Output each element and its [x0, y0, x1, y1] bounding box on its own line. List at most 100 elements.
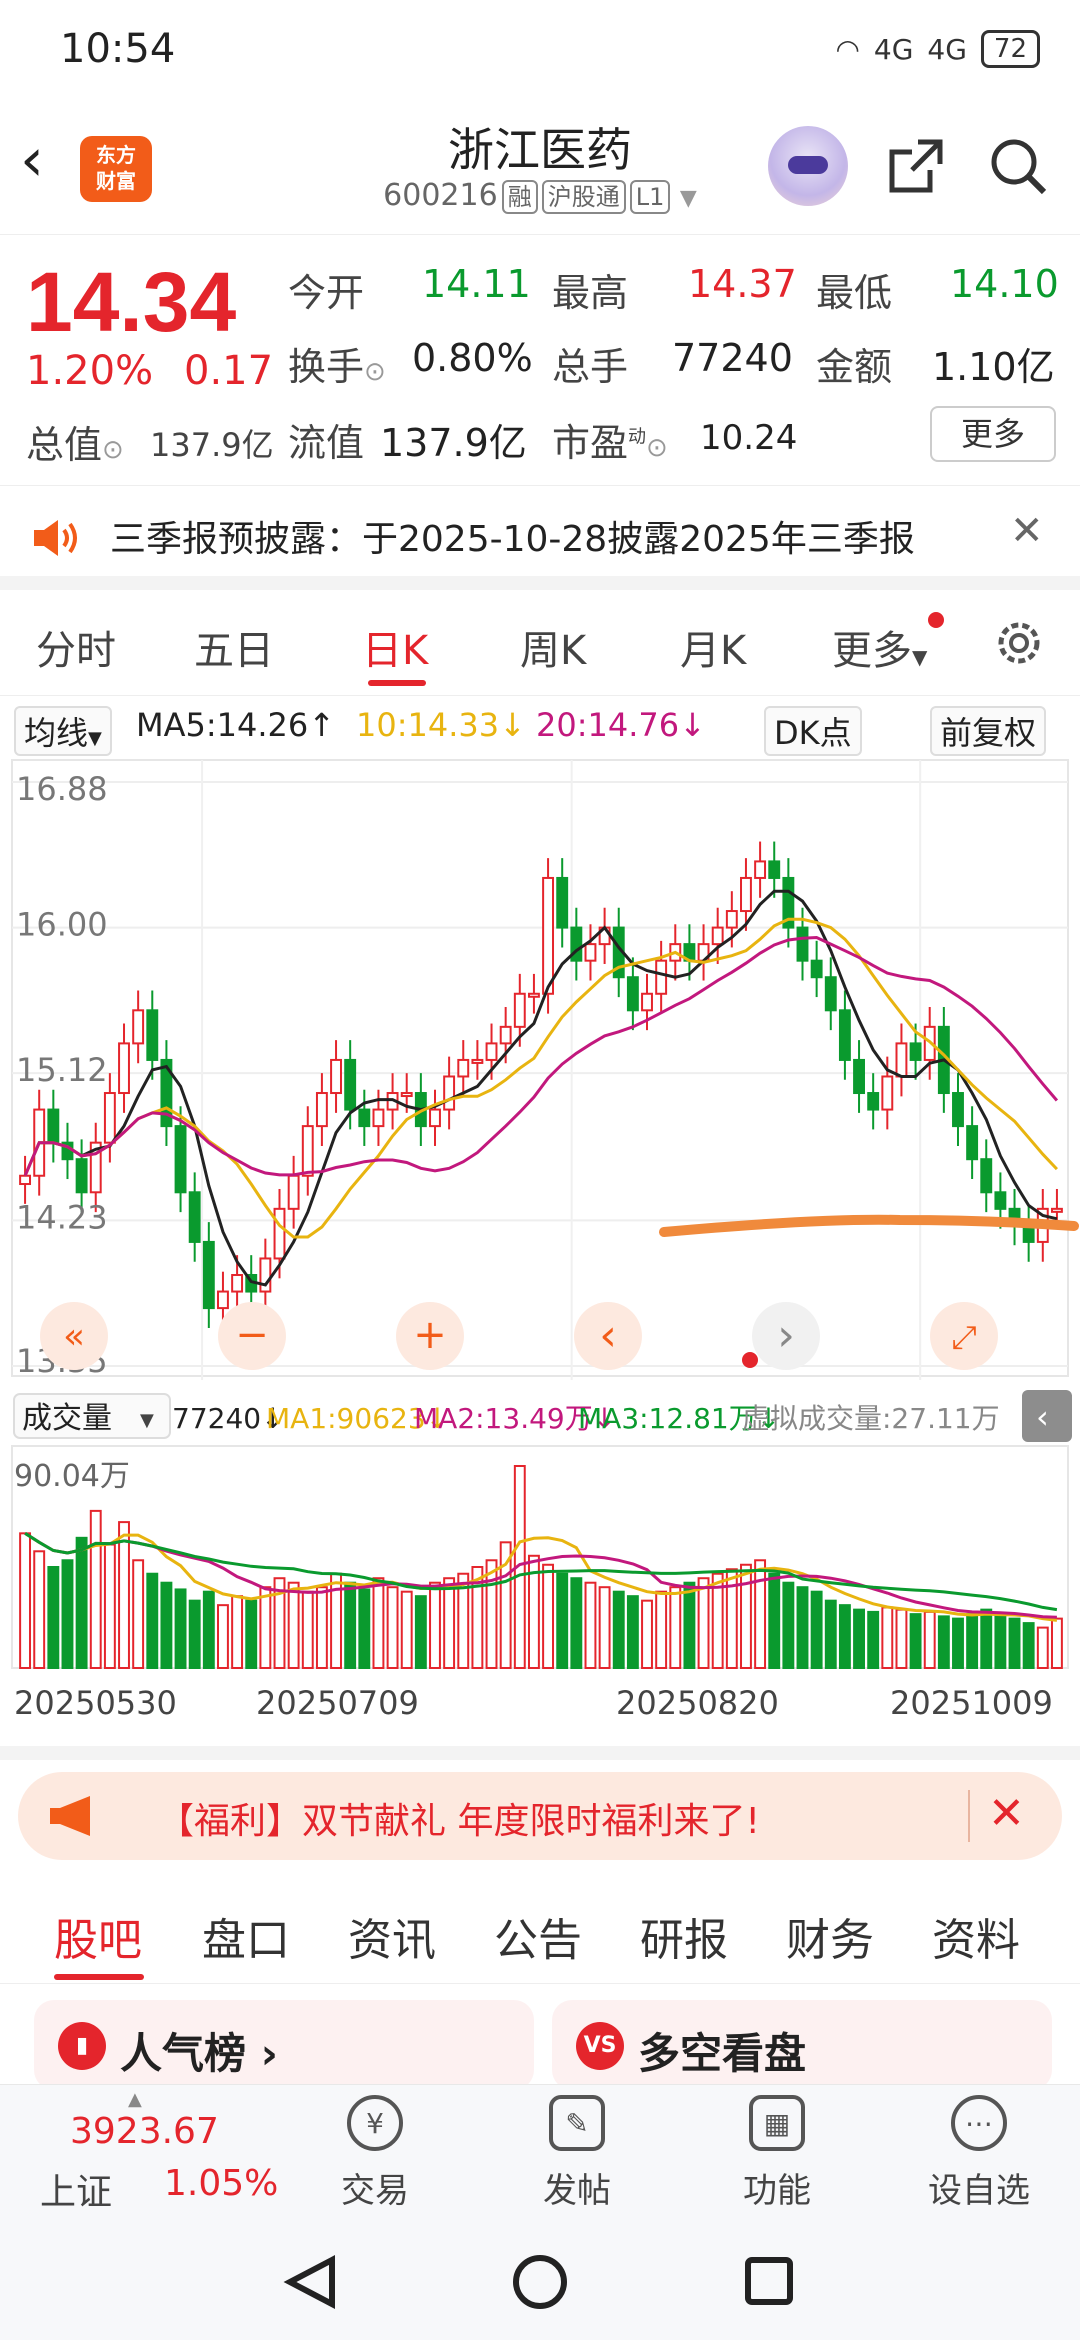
volume-chart[interactable]: 成交量 ▼ 77240↓ MA1:90623↓ MA2:13.49万↓ MA3:…: [0, 1386, 1080, 1746]
active-tab-underline: [368, 680, 426, 686]
volume-bar: [796, 1586, 809, 1669]
vol-selector-label: 成交量: [22, 1401, 112, 1436]
tab-news[interactable]: 资讯: [348, 1904, 436, 1968]
chevron-up-icon[interactable]: ▲: [128, 2089, 142, 2110]
volume-bar: [1022, 1622, 1035, 1670]
pe-text: 市盈: [552, 421, 629, 465]
nav-trade[interactable]: ¥ 交易: [310, 2095, 440, 2212]
system-home-icon[interactable]: [513, 2255, 567, 2309]
system-recents-icon[interactable]: [745, 2257, 793, 2305]
volume-bar: [400, 1590, 413, 1669]
candle: [174, 1125, 187, 1194]
change-percent: 1.20%: [26, 348, 154, 394]
index-value[interactable]: 3923.67: [70, 2111, 219, 2152]
nav-add-watchlist-label: 设自选: [928, 2171, 1030, 2211]
open-value: 14.11: [422, 262, 531, 306]
dk-point-button[interactable]: DK点: [764, 706, 862, 756]
volume-bar: [937, 1615, 950, 1669]
candle: [47, 1108, 60, 1144]
candle: [287, 1174, 300, 1210]
volume-bar: [740, 1563, 752, 1669]
tab-guba[interactable]: 股吧: [54, 1904, 142, 1968]
tab-daily-k[interactable]: 日K: [362, 618, 428, 676]
chart-controls: « − + ‹ › ⤢: [40, 1302, 998, 1370]
active-section-underline: [54, 1974, 144, 1980]
tab-announcements[interactable]: 公告: [494, 1904, 582, 1968]
candle: [202, 1240, 215, 1310]
notice-bar[interactable]: 三季报预披露：于2025-10-28披露2025年三季报 ✕: [0, 486, 1080, 590]
nav-add-watchlist[interactable]: ⋯ 设自选: [914, 2095, 1044, 2212]
tab-five-day[interactable]: 五日: [194, 618, 274, 676]
total-value-label[interactable]: 总值⊙: [26, 414, 124, 469]
ma-selector[interactable]: 均线▼: [14, 706, 112, 756]
candle: [641, 992, 653, 1012]
volume-bar: [315, 1586, 328, 1669]
ma20-value: 20:14.76↓: [536, 706, 706, 744]
total-value: 137.9亿: [150, 426, 274, 464]
stock-header: ‹ 东方 财富 浙江医药 600216 融沪股通 L1 ▼: [0, 100, 1080, 235]
grid-icon: ▦: [749, 2095, 805, 2151]
share-icon[interactable]: [884, 134, 948, 198]
tag-level: L1: [629, 180, 671, 214]
turnover-label[interactable]: 换手⊙: [288, 336, 386, 391]
pe-label[interactable]: 市盈动⊙: [552, 412, 668, 467]
tab-weekly-k[interactable]: 周K: [520, 618, 586, 676]
wifi-icon: ◠: [835, 32, 860, 66]
date-axis: 20250530 20250709 20250820 20251009: [14, 1684, 1053, 1722]
nav-functions[interactable]: ▦ 功能: [712, 2095, 842, 2212]
kline-chart[interactable]: 16.8816.0015.1214.2313.35 « − + ‹ › ⤢: [0, 756, 1080, 1386]
gear-icon[interactable]: [990, 614, 1048, 672]
tab-pankou[interactable]: 盘口: [202, 1904, 290, 1968]
search-icon[interactable]: [986, 134, 1050, 198]
notice-close-button[interactable]: ✕: [1010, 508, 1044, 554]
zoom-in-label: +: [413, 1312, 447, 1358]
bull-bear-card[interactable]: VS 多空看盘: [552, 2000, 1052, 2090]
price-tick-label: 14.23: [16, 1198, 108, 1236]
promo-divider: [968, 1790, 970, 1842]
volume-bar: [1036, 1626, 1049, 1670]
ma10-value: 10:14.33↓: [356, 706, 526, 744]
more-quote-button[interactable]: 更多: [930, 406, 1056, 462]
tab-profile[interactable]: 资料: [932, 1904, 1020, 1968]
candle: [909, 1042, 922, 1061]
status-icons: ◠ 4G 4G 72: [835, 30, 1040, 68]
fq-button[interactable]: 前复权: [930, 706, 1047, 756]
volume-bar: [952, 1617, 964, 1669]
zoom-left-label: «: [63, 1316, 85, 1357]
volume-bar: [570, 1577, 583, 1670]
notice-text: 三季报预披露：于2025-10-28披露2025年三季报: [110, 519, 915, 560]
section-divider: [0, 1746, 1080, 1760]
candle: [881, 1075, 894, 1111]
popularity-card[interactable]: ▮ 人气榜 ›: [34, 2000, 534, 2090]
volume-bar: [810, 1590, 823, 1669]
high-value: 14.37: [688, 262, 797, 306]
candle: [217, 1290, 229, 1310]
nav-post[interactable]: ✎ 发帖: [512, 2095, 642, 2212]
pe-superscript: 动: [628, 426, 647, 448]
volume-bar: [895, 1608, 908, 1669]
candle: [118, 1042, 130, 1095]
assistant-robot-icon[interactable]: [768, 126, 848, 206]
bottom-nav: ▲ 3923.67 上证 1.05% ¥ 交易 ✎ 发帖 ▦ 功能 ⋯ 设自选: [0, 2084, 1080, 2224]
promo-close-button[interactable]: ✕: [988, 1788, 1025, 1839]
volume-value: 77240: [672, 336, 793, 380]
volume-bar: [160, 1581, 173, 1669]
candle: [273, 1207, 286, 1260]
tab-more[interactable]: 更多▼: [832, 618, 927, 676]
candle: [725, 910, 738, 929]
volume-bar: [429, 1581, 441, 1669]
date-tick-label: 20250530: [14, 1684, 177, 1722]
candle: [867, 1092, 880, 1111]
tab-monthly-k[interactable]: 月K: [680, 618, 746, 676]
volume-bar: [47, 1566, 60, 1669]
volume-bar: [1008, 1617, 1021, 1669]
tab-intraday[interactable]: 分时: [36, 618, 116, 676]
tab-research[interactable]: 研报: [640, 1904, 728, 1968]
system-back-icon[interactable]: [283, 2255, 335, 2309]
info-icon: ⊙: [102, 435, 124, 465]
candle: [980, 1158, 993, 1194]
trade-icon: ¥: [347, 2095, 403, 2151]
promo-banner[interactable]: 【福利】双节献礼 年度限时福利来了! ✕: [18, 1772, 1062, 1860]
candle: [103, 1092, 116, 1144]
tab-finance[interactable]: 财务: [786, 1904, 874, 1968]
